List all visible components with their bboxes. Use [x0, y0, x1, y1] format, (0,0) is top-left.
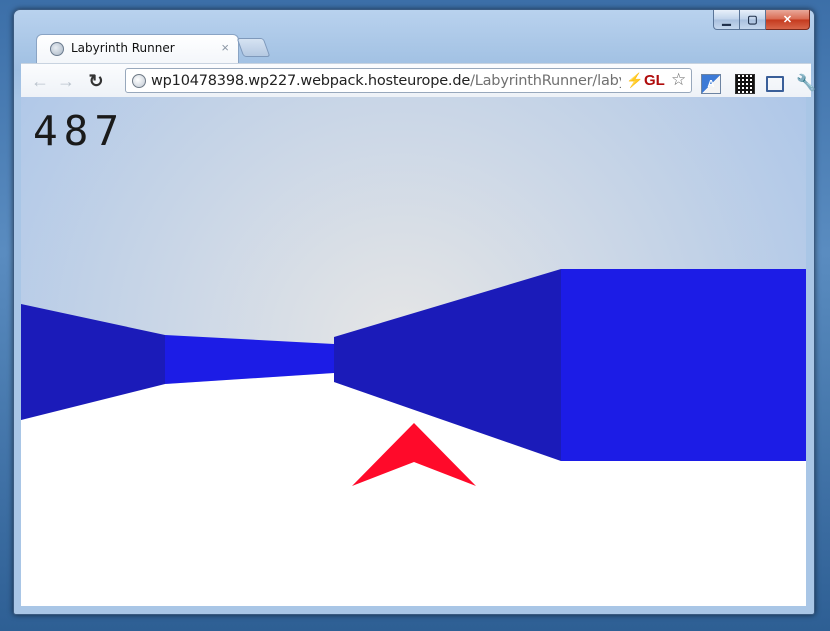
- globe-icon: [50, 42, 64, 56]
- tab-title: Labyrinth Runner: [71, 41, 175, 55]
- qr-code-icon[interactable]: [735, 74, 755, 94]
- lightning-icon: ⚡: [626, 72, 644, 88]
- new-tab-button[interactable]: [236, 38, 271, 57]
- reload-icon[interactable]: ↻: [85, 70, 107, 92]
- right-front-wall: [561, 269, 806, 461]
- page-info-icon[interactable]: [132, 74, 146, 88]
- game-canvas[interactable]: 487: [21, 97, 806, 606]
- url-host: wp10478398.wp227.webpack.hosteurope.de: [151, 73, 471, 89]
- browser-toolbar: ← → ↻ wp10478398.wp227.webpack.hosteurop…: [21, 63, 816, 97]
- webgl-badge[interactable]: GL: [644, 72, 665, 89]
- tab-labyrinth-runner[interactable]: Labyrinth Runner ×: [36, 34, 239, 64]
- url-path: /LabyrinthRunner/labyrinthl: [470, 73, 621, 89]
- translate-icon[interactable]: A: [701, 74, 721, 94]
- window-controls: ▁ ▢ ✕: [713, 10, 810, 30]
- game-scene: [21, 97, 806, 606]
- url-text[interactable]: wp10478398.wp227.webpack.hosteurope.de/L…: [151, 73, 621, 89]
- close-window-button[interactable]: ✕: [766, 10, 810, 30]
- fullscreen-icon[interactable]: [766, 76, 784, 92]
- address-bar[interactable]: wp10478398.wp227.webpack.hosteurope.de/L…: [125, 68, 692, 93]
- arrow-right-icon[interactable]: →: [55, 70, 77, 92]
- minimize-button[interactable]: ▁: [713, 10, 740, 30]
- arrow-left-icon[interactable]: ←: [29, 70, 51, 92]
- star-icon[interactable]: ☆: [671, 70, 686, 90]
- maximize-button[interactable]: ▢: [740, 10, 766, 30]
- tab-close-icon[interactable]: ×: [221, 40, 229, 55]
- wrench-icon[interactable]: 🔧: [796, 74, 816, 92]
- browser-window: ▁ ▢ ✕ Labyrinth Runner × ← → ↻ wp1047839…: [13, 9, 816, 615]
- score-counter: 487: [33, 107, 126, 155]
